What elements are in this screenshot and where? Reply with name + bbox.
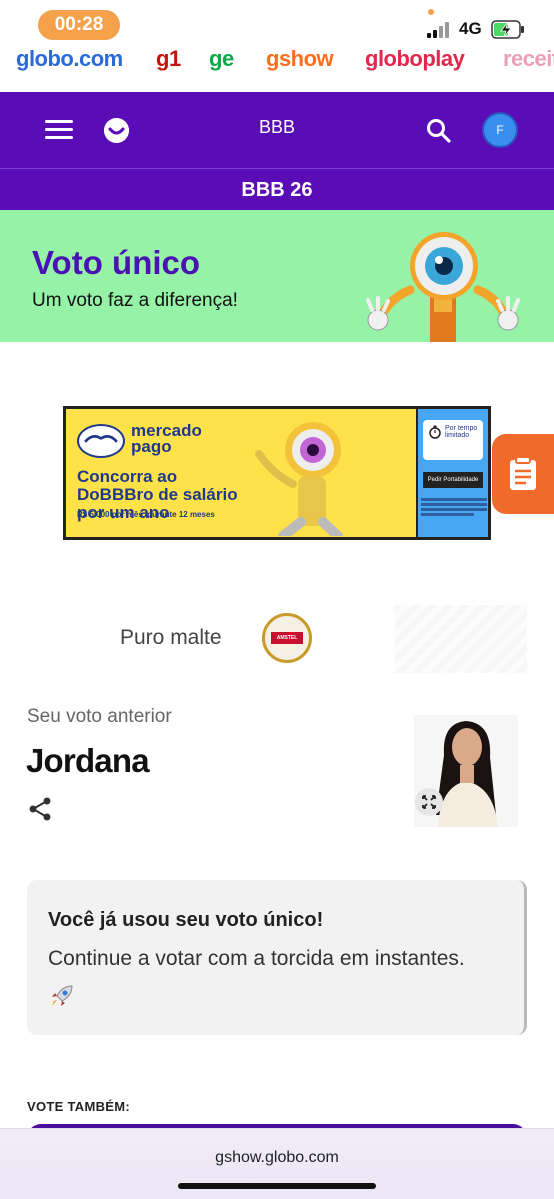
battery-charging-icon xyxy=(491,20,524,39)
ad-timer-box: Por tempo limitado xyxy=(423,420,483,460)
browser-url-bar[interactable]: gshow.globo.com xyxy=(0,1128,554,1199)
portal-link-receitas[interactable]: receitas xyxy=(503,46,554,72)
info-body: Continue a votar com a torcida em instan… xyxy=(48,947,465,970)
portal-link-ge[interactable]: ge xyxy=(209,46,234,72)
banner-title: Voto único xyxy=(32,244,201,281)
decorative-pattern xyxy=(395,605,527,673)
status-bar: 00:28 4G xyxy=(0,0,554,50)
home-indicator[interactable] xyxy=(178,1183,376,1189)
vote-also-label: VOTE TAMBÉM: xyxy=(27,1099,131,1114)
section-header: BBB 26 xyxy=(0,168,554,210)
sponsor-tagline: Puro malte xyxy=(120,626,222,649)
header-title: BBB xyxy=(258,117,296,137)
section-title: BBB 26 xyxy=(241,179,313,201)
status-time: 00:28 xyxy=(38,10,120,40)
site-header: BBB F xyxy=(0,92,554,168)
network-label: 4G xyxy=(459,19,482,38)
ad-timer-label: Por tempo limitado xyxy=(445,425,478,439)
ad-legal-text xyxy=(421,496,487,518)
url-text[interactable]: gshow.globo.com xyxy=(0,1149,554,1167)
sponsor-logo-text: AMSTEL xyxy=(271,632,303,644)
clipboard-icon xyxy=(510,456,536,490)
feedback-side-tab[interactable] xyxy=(492,434,554,514)
voto-unico-banner: Voto único Um voto faz a diferença! xyxy=(0,210,554,342)
user-avatar[interactable]: F xyxy=(484,114,516,146)
globo-portals-strip: globo.com g1 ge gshow globoplay receitas xyxy=(0,44,554,92)
ad-brand: mercado pago xyxy=(131,421,202,456)
portal-link-globo[interactable]: globo.com xyxy=(16,46,123,72)
signal-icon xyxy=(427,22,453,38)
banner-subtitle: Um voto faz a diferença! xyxy=(32,290,238,311)
info-title: Você já usou seu voto único! xyxy=(48,909,324,931)
bbb-eye-mascot-icon xyxy=(366,232,520,342)
handshake-icon xyxy=(77,424,125,458)
mercado-pago-ad[interactable]: mercado pago Concorra ao DoBBBro de salá… xyxy=(63,406,491,540)
recording-indicator-icon xyxy=(428,9,434,15)
search-icon[interactable] xyxy=(426,118,452,144)
portal-link-globoplay[interactable]: globoplay xyxy=(365,46,465,72)
share-icon[interactable] xyxy=(28,796,52,822)
ad-fine-print: R$ 5.000 por mês, durante 12 meses xyxy=(77,510,215,519)
ad-cta-button[interactable]: Pedir Portabilidade xyxy=(423,472,483,488)
rocket-icon xyxy=(52,985,73,1006)
expand-photo-button[interactable] xyxy=(415,788,443,816)
amstel-logo-icon[interactable]: AMSTEL xyxy=(262,613,312,663)
portal-link-g1[interactable]: g1 xyxy=(156,46,181,72)
previous-vote-label: Seu voto anterior xyxy=(27,706,172,727)
ad-robot-icon xyxy=(255,422,343,536)
expand-icon xyxy=(422,795,436,809)
previous-vote-name: Jordana xyxy=(26,742,150,779)
stopwatch-icon xyxy=(429,425,441,439)
portal-link-gshow[interactable]: gshow xyxy=(266,46,334,72)
voted-info-box: Você já usou seu voto único! Continue a … xyxy=(27,880,527,1035)
